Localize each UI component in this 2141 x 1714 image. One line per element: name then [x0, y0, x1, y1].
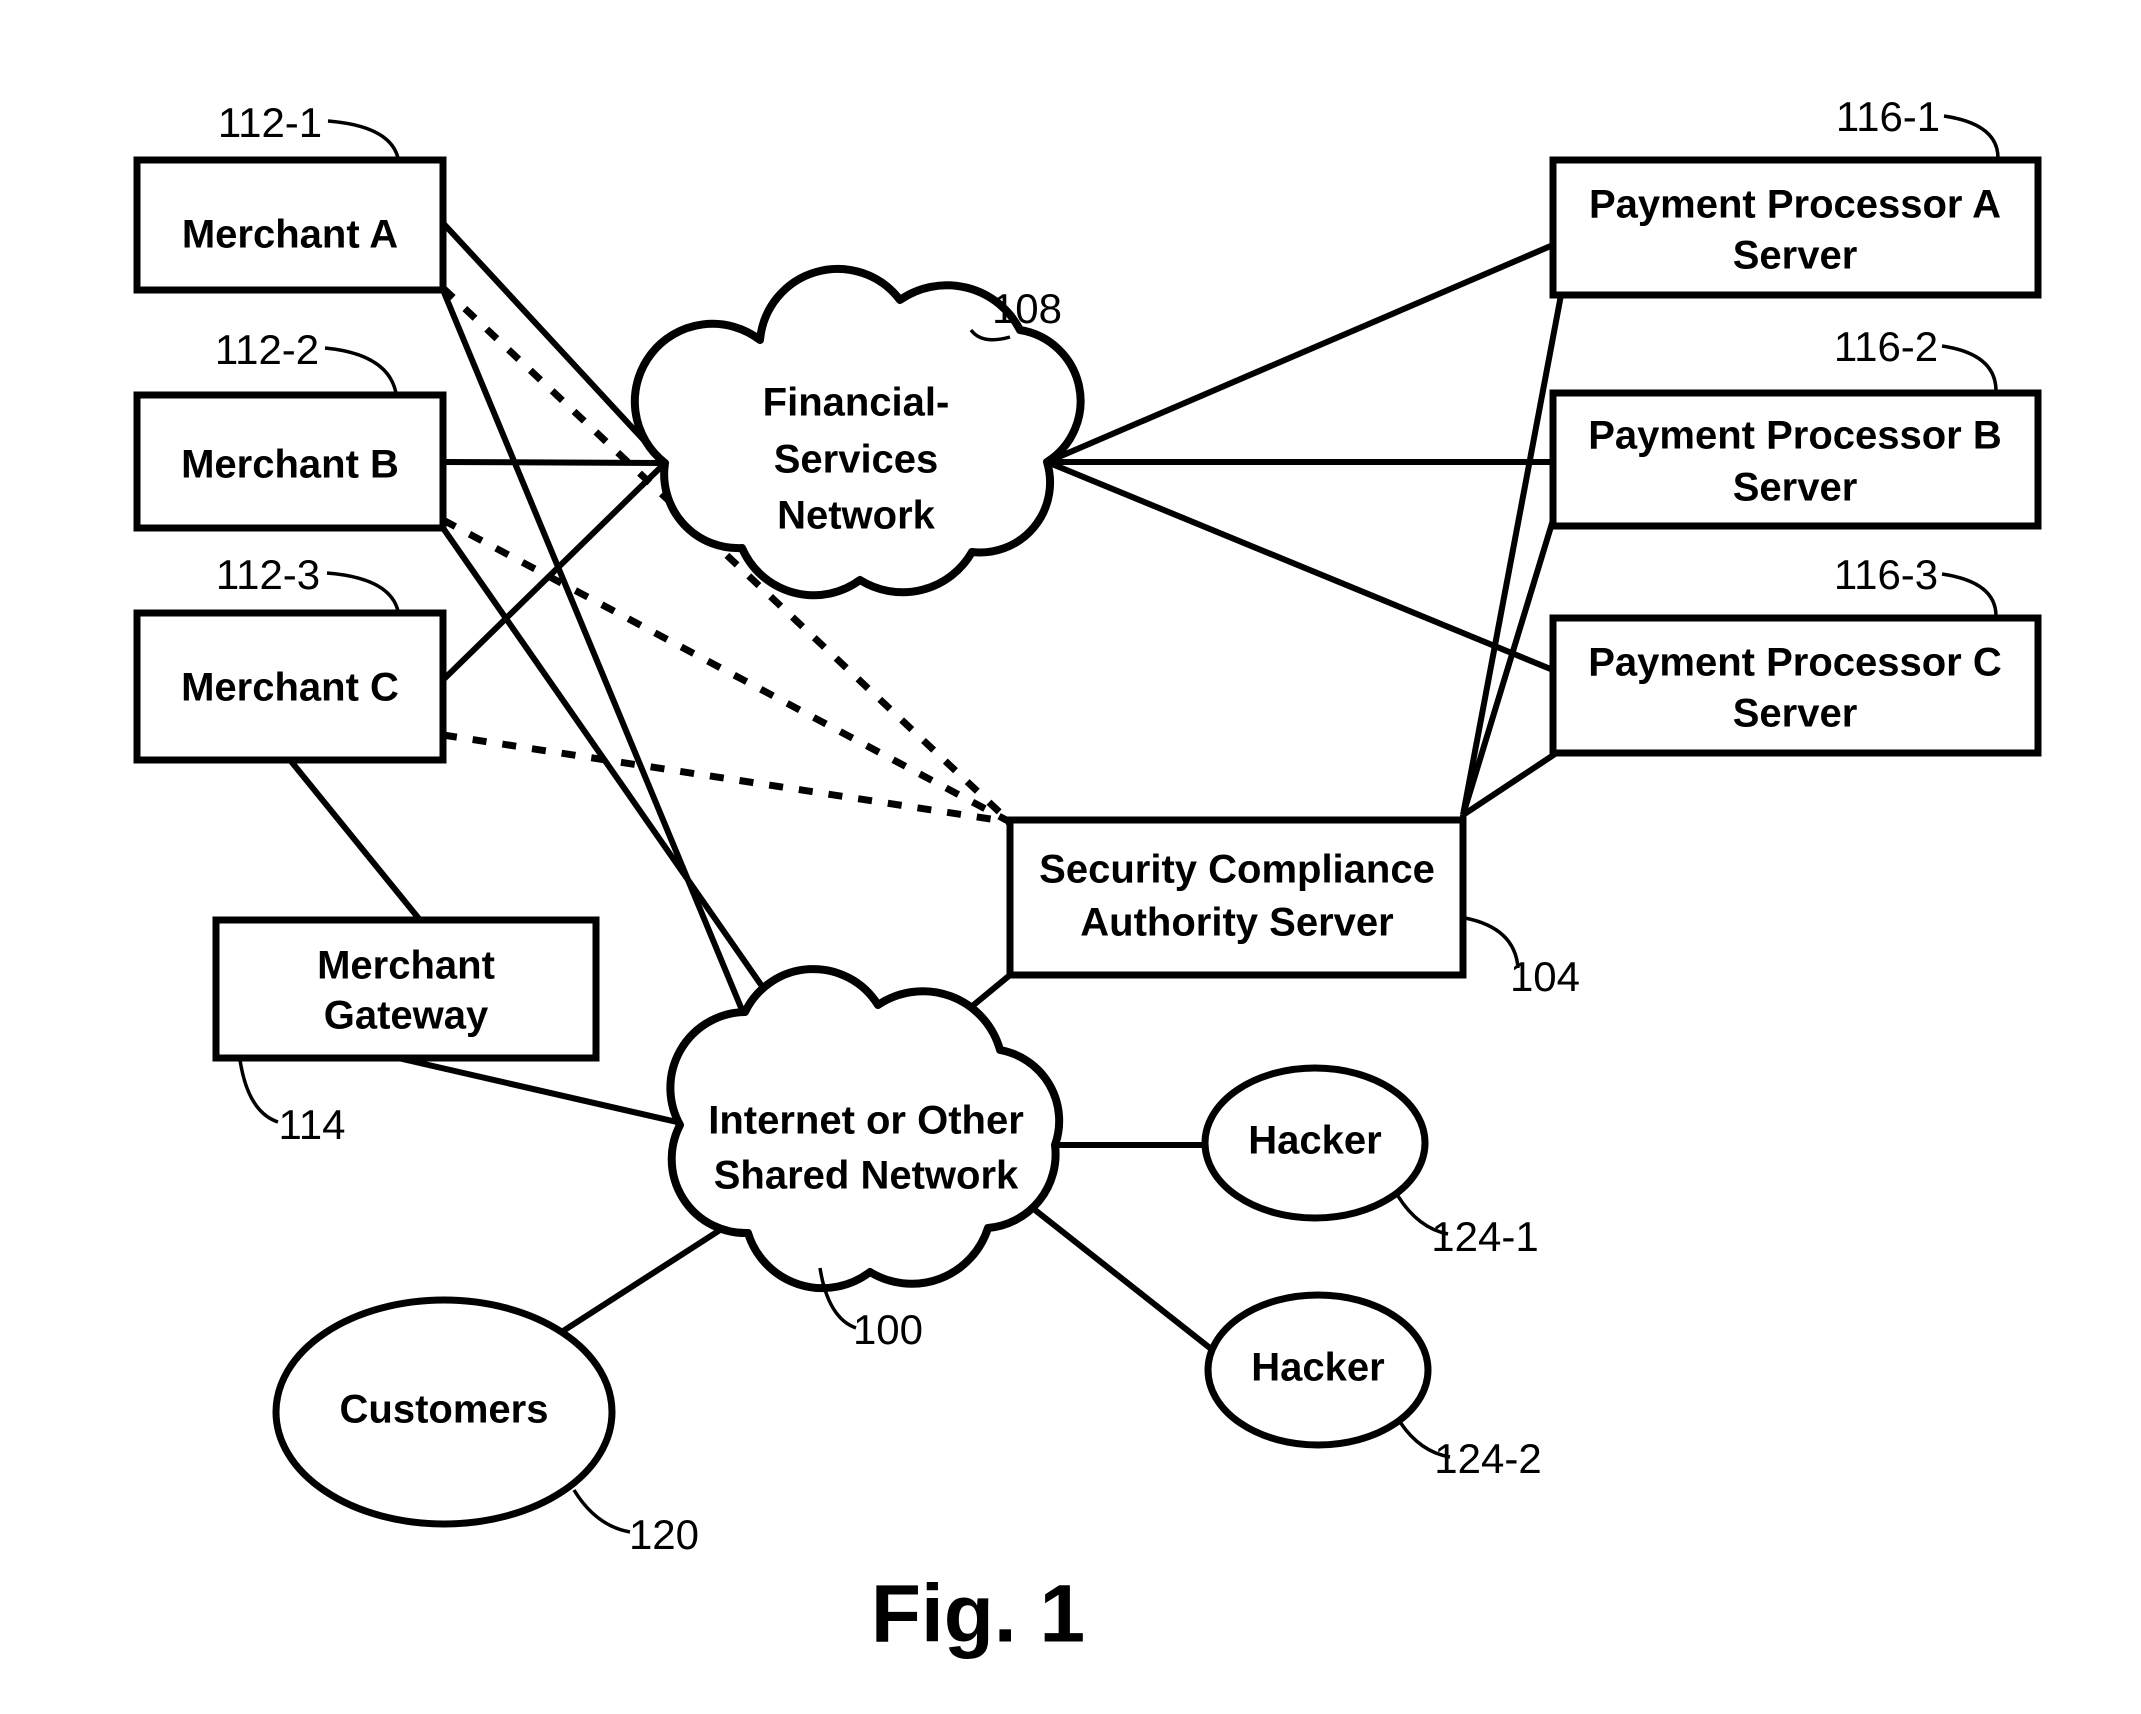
- ref-114: 114: [238, 1059, 346, 1148]
- security-compliance-authority-server-box[interactable]: [1006, 816, 1467, 979]
- merchant-a-leader: [327, 119, 400, 159]
- ref-120: 120: [572, 1489, 699, 1558]
- internet-network-label-line2: Shared Network: [714, 1154, 1019, 1198]
- merchant-b-label: Merchant B: [181, 443, 399, 487]
- link-merchant-a-to-fsn: [440, 220, 668, 466]
- node-payment-processor-a-server[interactable]: Payment Processor A Server: [1549, 156, 2042, 299]
- payment-processor-c-server-label-line1: Payment Processor C: [1588, 641, 2002, 685]
- merchant-gateway-ref-label: 114: [279, 1101, 346, 1148]
- ref-116-1: 116-1: [1836, 93, 2000, 159]
- merchant-gateway-leader: [238, 1059, 279, 1124]
- payment-processor-a-server-label-line1: Payment Processor A: [1589, 183, 2001, 227]
- financial-services-network-label-line3: Network: [777, 494, 936, 538]
- node-payment-processor-c-server[interactable]: Payment Processor C Server: [1549, 614, 2042, 757]
- payment-processor-b-server-label-line2: Server: [1733, 466, 1858, 510]
- merchant-c-ref-label: 112-3: [216, 551, 320, 598]
- merchant-c-leader: [326, 571, 400, 612]
- security-compliance-authority-server-ref-label: 104: [1510, 953, 1580, 1000]
- hacker-1-label: Hacker: [1248, 1119, 1381, 1163]
- link-merchant-b-to-fsn: [442, 459, 666, 466]
- security-compliance-authority-server-label-line1: Security Compliance: [1039, 848, 1435, 892]
- ref-112-3: 112-3: [216, 551, 400, 612]
- ref-116-3: 116-3: [1834, 551, 1998, 617]
- merchant-gateway-label-line1: Merchant: [317, 944, 495, 988]
- figure-caption: Fig. 1: [871, 1569, 1085, 1660]
- node-hacker-2[interactable]: Hacker: [1204, 1291, 1432, 1449]
- payment-processor-a-server-leader: [1943, 114, 2000, 159]
- link-internet-to-hacker-2: [1033, 1207, 1217, 1355]
- payment-processor-b-server-ref-label: 116-2: [1834, 323, 1938, 370]
- node-security-compliance-authority-server[interactable]: Security Compliance Authority Server: [1006, 816, 1467, 979]
- ref-112-2: 112-2: [215, 326, 398, 394]
- hacker-2-label: Hacker: [1251, 1346, 1384, 1390]
- link-pp-a-to-sca: [1460, 294, 1564, 816]
- ref-124-2: 124-2: [1398, 1421, 1542, 1482]
- security-compliance-authority-server-label-line2: Authority Server: [1080, 901, 1393, 945]
- payment-processor-a-server-ref-label: 116-1: [1836, 93, 1940, 140]
- node-customers[interactable]: Customers: [272, 1296, 616, 1528]
- customers-ref-label: 120: [629, 1511, 699, 1558]
- merchant-gateway-label-line2: Gateway: [324, 994, 489, 1038]
- node-merchant-b[interactable]: Merchant B: [133, 391, 447, 532]
- merchant-a-label: Merchant A: [182, 213, 398, 257]
- merchant-b-leader: [324, 346, 398, 394]
- customers-leader: [572, 1489, 631, 1534]
- link-gateway-to-internet: [397, 1055, 691, 1128]
- hacker-1-ref-label: 124-1: [1431, 1213, 1538, 1260]
- payment-processor-b-server-label-line1: Payment Processor B: [1588, 414, 2002, 458]
- merchant-c-label: Merchant C: [181, 666, 399, 710]
- merchant-b-ref-label: 112-2: [215, 326, 319, 373]
- financial-services-network-label-line1: Financial-: [763, 381, 950, 425]
- ref-124-1: 124-1: [1396, 1195, 1539, 1260]
- node-payment-processor-b-server[interactable]: Payment Processor B Server: [1549, 389, 2042, 530]
- internet-network-label-line1: Internet or Other: [708, 1099, 1024, 1143]
- payment-processor-c-server-leader: [1941, 572, 1998, 617]
- node-merchant-a[interactable]: Merchant A: [133, 156, 447, 294]
- link-fsn-to-pp-a: [1045, 242, 1555, 465]
- link-internet-to-customers: [558, 1227, 722, 1336]
- payment-processor-b-server-leader: [1941, 344, 1998, 392]
- payment-processor-c-server-label-line2: Server: [1733, 692, 1858, 736]
- ref-104: 104: [1464, 916, 1580, 1000]
- ref-116-2: 116-2: [1834, 323, 1998, 392]
- link-merchant-c-to-gateway: [287, 758, 423, 922]
- ref-112-1: 112-1: [218, 99, 400, 159]
- merchant-a-ref-label: 112-1: [218, 99, 322, 146]
- customers-label: Customers: [340, 1388, 549, 1432]
- hacker-2-ref-label: 124-2: [1434, 1435, 1541, 1482]
- node-hacker-1[interactable]: Hacker: [1201, 1064, 1429, 1222]
- node-internet-network[interactable]: Internet or Other Shared Network: [666, 965, 1064, 1293]
- payment-processor-c-server-ref-label: 116-3: [1834, 551, 1938, 598]
- financial-services-network-label-line2: Services: [774, 438, 939, 482]
- patent-figure-1: Merchant A 112-1 Merchant B 112-2 Mercha…: [0, 0, 2141, 1714]
- node-merchant-c[interactable]: Merchant C: [133, 609, 447, 764]
- node-merchant-gateway[interactable]: Merchant Gateway: [212, 916, 600, 1062]
- internet-network-ref-label: 100: [853, 1306, 923, 1353]
- financial-services-network-ref-label: 108: [992, 285, 1062, 332]
- payment-processor-a-server-label-line2: Server: [1733, 234, 1858, 278]
- network-architecture-diagram: Merchant A 112-1 Merchant B 112-2 Mercha…: [133, 93, 2042, 1660]
- link-fsn-to-pp-c: [1045, 459, 1555, 673]
